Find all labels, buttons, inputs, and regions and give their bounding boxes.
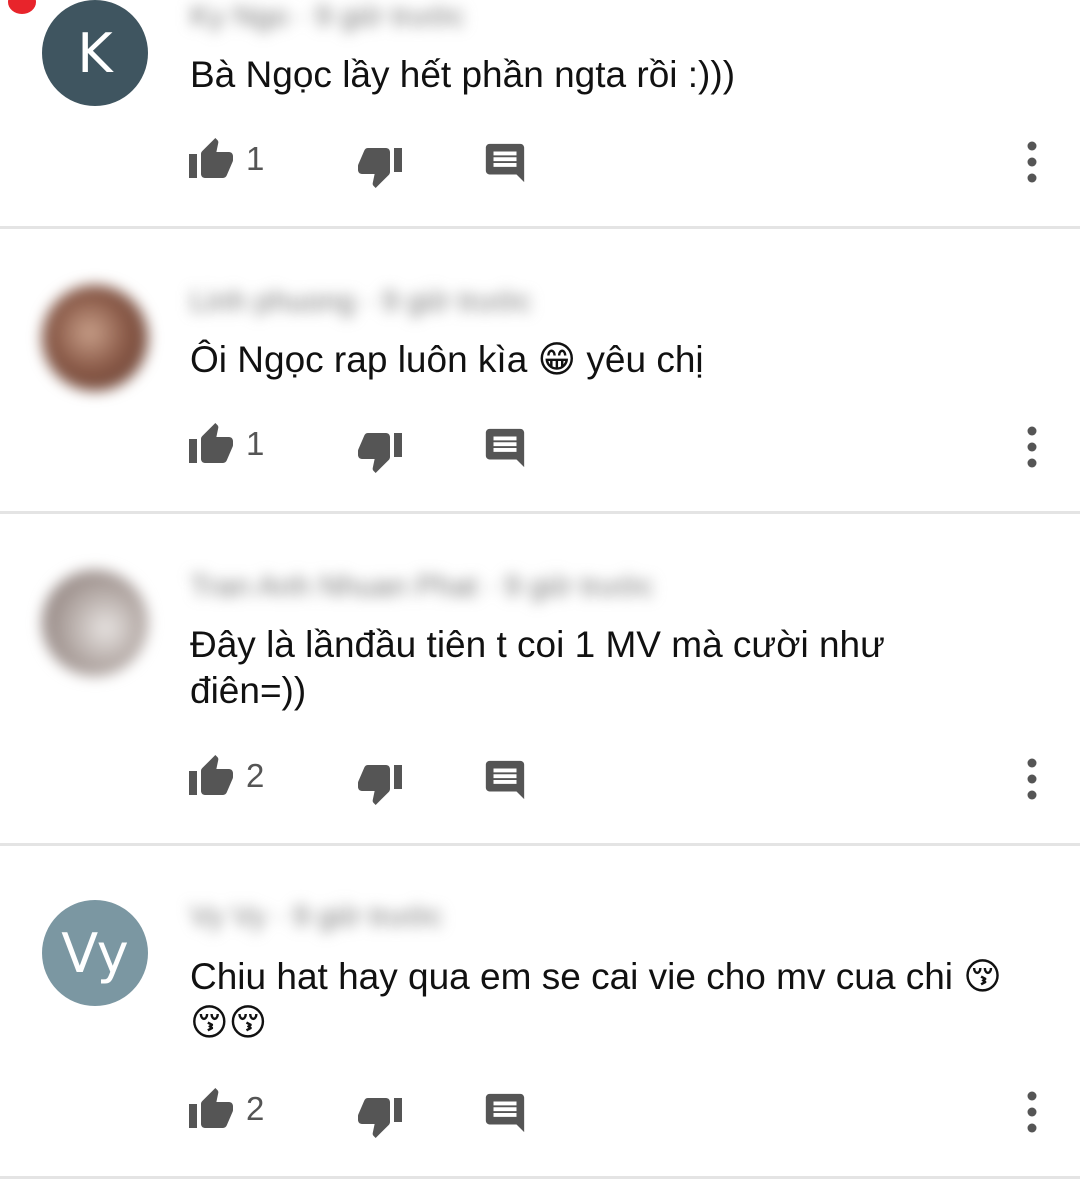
avatar[interactable] <box>42 570 148 676</box>
like-count: 1 <box>246 140 265 177</box>
comment-icon <box>485 760 525 800</box>
comment-actions: 1 <box>0 136 1080 196</box>
comment-icon <box>485 143 525 183</box>
more-vertical-icon <box>1027 1091 1037 1133</box>
like-count: 2 <box>246 757 265 794</box>
more-options-button[interactable] <box>1014 753 1050 801</box>
more-options-button[interactable] <box>1014 1086 1050 1134</box>
avatar[interactable]: Vy <box>42 900 148 1006</box>
avatar[interactable]: K <box>42 0 148 106</box>
comment-text: Đây là lầnđầu tiên t coi 1 MV mà cười nh… <box>190 624 885 711</box>
comment-actions: 2 <box>0 1086 1080 1146</box>
more-options-button[interactable] <box>1014 421 1050 469</box>
more-vertical-icon <box>1027 141 1037 183</box>
comment-icon <box>485 1093 525 1133</box>
dislike-button[interactable] <box>356 759 404 807</box>
more-vertical-icon <box>1027 758 1037 800</box>
comment-divider <box>0 511 1080 514</box>
more-options-button[interactable] <box>1014 136 1050 184</box>
comment-divider <box>0 1176 1080 1179</box>
like-button[interactable] <box>187 753 235 801</box>
comment-text: Bà Ngọc lầy hết phần ngta rồi :))) <box>190 54 736 95</box>
comment-icon <box>485 428 525 468</box>
comment-author[interactable]: Ky Ngo · 9 giờ trước <box>190 0 465 34</box>
like-count: 2 <box>246 1090 265 1127</box>
comment-author[interactable]: Linh phuong · 9 giờ trước <box>190 285 531 319</box>
thumb-down-icon <box>358 433 402 473</box>
comment-divider <box>0 843 1080 846</box>
reply-button[interactable] <box>482 757 528 803</box>
thumb-down-icon <box>358 765 402 805</box>
thumb-down-icon <box>358 148 402 188</box>
avatar-initial: Vy <box>61 921 129 985</box>
reply-button[interactable] <box>482 425 528 471</box>
comment-author[interactable]: Vy Vy · 9 giờ trước <box>190 900 442 934</box>
avatar[interactable] <box>42 285 148 391</box>
comment-text: Chiu hat hay qua em se cai vie cho mv cu… <box>190 956 1002 1043</box>
comment-author[interactable]: Tran Anh Nhuan Phat · 9 giờ trước <box>190 570 654 604</box>
like-count: 1 <box>246 425 265 462</box>
thumb-up-icon <box>189 755 233 795</box>
reply-button[interactable] <box>482 1090 528 1136</box>
comment-divider <box>0 226 1080 229</box>
thumb-up-icon <box>189 1088 233 1128</box>
like-button[interactable] <box>187 421 235 469</box>
reply-button[interactable] <box>482 140 528 186</box>
notification-dot <box>8 0 36 14</box>
dislike-button[interactable] <box>356 142 404 190</box>
thumb-down-icon <box>358 1098 402 1138</box>
thumb-up-icon <box>189 138 233 178</box>
comment-actions: 1 <box>0 421 1080 481</box>
dislike-button[interactable] <box>356 427 404 475</box>
like-button[interactable] <box>187 136 235 184</box>
avatar-initial: K <box>77 21 113 85</box>
thumb-up-icon <box>189 423 233 463</box>
like-button[interactable] <box>187 1086 235 1134</box>
comment-actions: 2 <box>0 753 1080 813</box>
comment-text: Ôi Ngọc rap luôn kìa 😁 yêu chị <box>190 339 704 380</box>
more-vertical-icon <box>1027 426 1037 468</box>
dislike-button[interactable] <box>356 1092 404 1140</box>
